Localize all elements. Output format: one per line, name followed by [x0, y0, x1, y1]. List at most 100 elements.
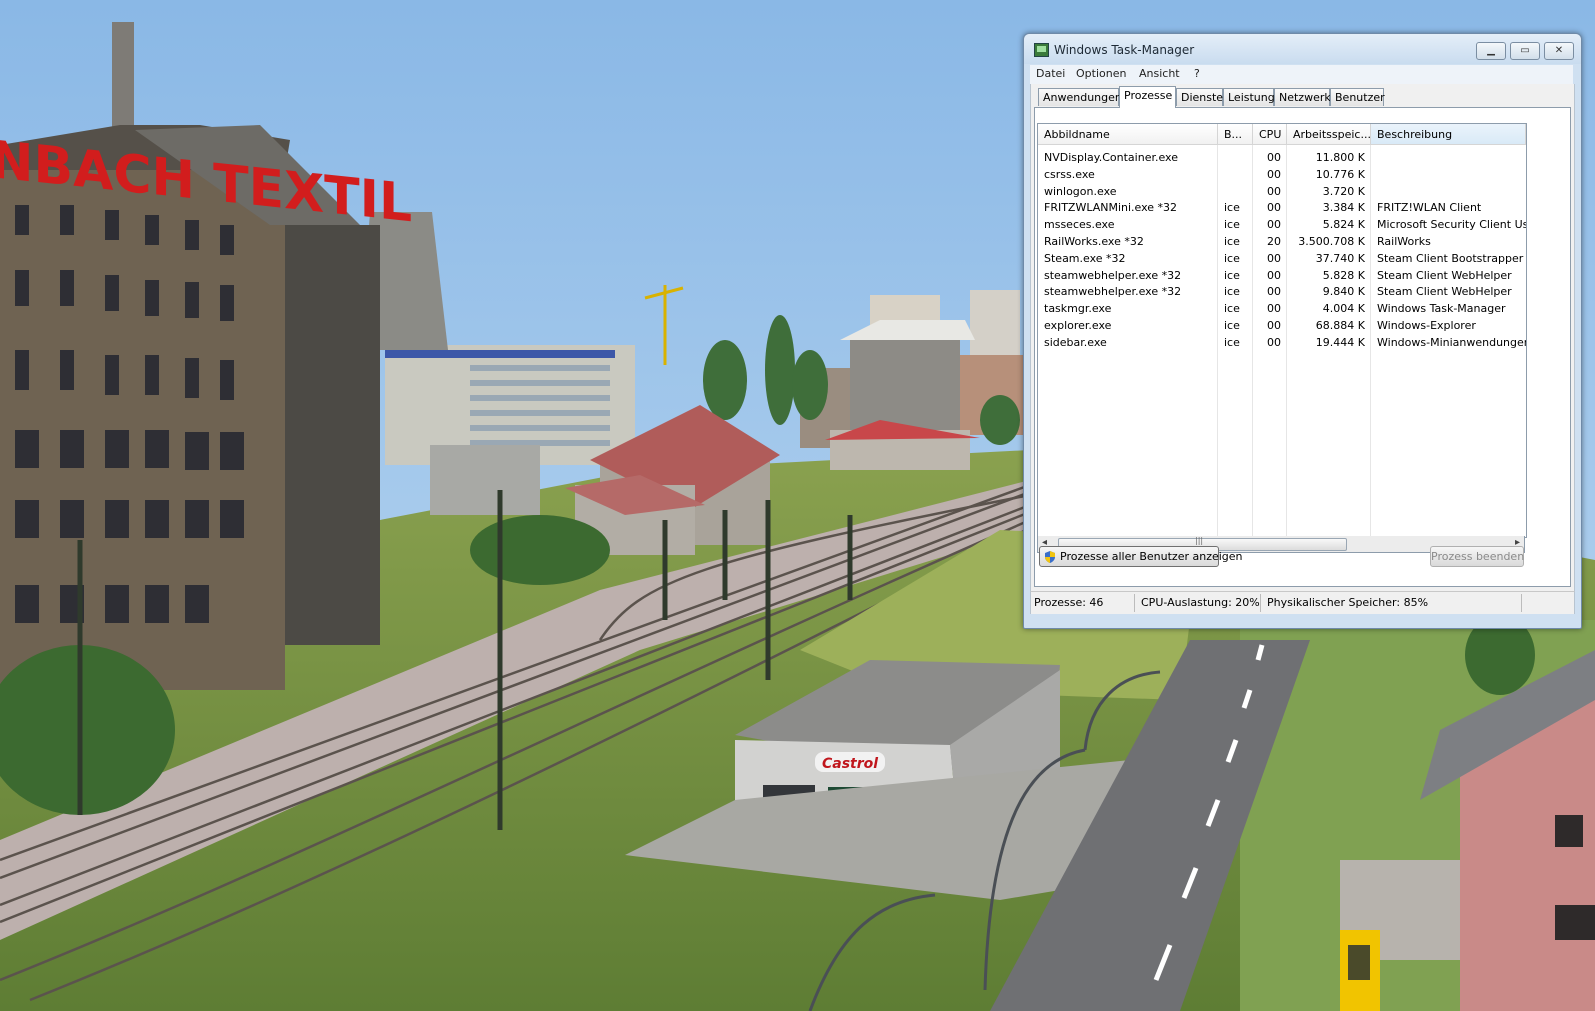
process-memory: 3.384 K — [1322, 201, 1365, 215]
table-row[interactable]: RailWorks.exe *32 ice 20 3.500.708 K RailWor… — [1038, 233, 1526, 250]
process-user: ice — [1224, 319, 1240, 332]
status-process-count: Prozesse: 46 — [1034, 596, 1104, 609]
process-name: FRITZWLANMini.exe *32 — [1044, 201, 1178, 215]
table-row[interactable]: winlogon.exe 00 3.720 K — [1038, 183, 1526, 200]
table-row[interactable]: csrss.exe 00 10.776 K — [1038, 166, 1526, 183]
menu-bar: Datei Optionen Ansicht ? — [1030, 65, 1573, 84]
process-name: winlogon.exe — [1044, 184, 1117, 198]
process-name: csrss.exe — [1044, 167, 1095, 181]
process-user: ice — [1224, 335, 1240, 349]
end-process-button[interactable]: Prozess beenden — [1430, 546, 1524, 567]
close-button[interactable]: ✕ — [1544, 42, 1574, 60]
process-description: Steam Client WebHelper — [1377, 285, 1512, 299]
process-user: ice — [1224, 201, 1240, 215]
chimney — [112, 22, 134, 142]
process-memory: 3.720 K — [1322, 184, 1365, 198]
window-title: Windows Task-Manager — [1054, 43, 1195, 57]
process-cpu: 00 — [1267, 167, 1281, 181]
process-cpu: 00 — [1267, 151, 1281, 164]
process-description: Windows-Explorer — [1377, 319, 1476, 332]
menu-help[interactable]: ? — [1194, 67, 1200, 80]
process-cpu: 00 — [1267, 218, 1281, 232]
status-separator — [1521, 594, 1522, 612]
process-name: NVDisplay.Container.exe — [1044, 151, 1178, 164]
table-row[interactable]: NVDisplay.Container.exe 00 11.800 K — [1038, 149, 1526, 166]
garage-sign-logo: Castrol — [822, 756, 878, 772]
table-row[interactable]: sidebar.exe ice 00 19.444 K Windows-Minianwe… — [1038, 334, 1526, 351]
process-description: RailWorks — [1377, 235, 1431, 248]
process-name: sidebar.exe — [1044, 335, 1107, 349]
process-name: Steam.exe *32 — [1044, 251, 1126, 265]
task-manager-app-icon — [1034, 43, 1049, 57]
process-name: msseces.exe — [1044, 218, 1115, 232]
table-row[interactable]: explorer.exe ice 00 68.884 K Windows-Explore… — [1038, 317, 1526, 334]
menu-datei[interactable]: Datei — [1036, 67, 1065, 80]
tab-benutzer[interactable]: Benutzer — [1330, 88, 1385, 106]
column-header-beschreibung[interactable]: Beschreibung — [1371, 124, 1526, 145]
process-description: Steam Client Bootstrapper — [1377, 251, 1524, 265]
process-name: taskmgr.exe — [1044, 302, 1112, 316]
tab-leistung[interactable]: Leistung — [1223, 88, 1275, 106]
process-description: Steam Client WebHelper — [1377, 268, 1512, 282]
column-header-arbeitsspeicher[interactable]: Arbeitsspeic... — [1287, 124, 1371, 145]
factory-building — [0, 170, 285, 690]
tab-anwendungen[interactable]: Anwendungen — [1038, 88, 1122, 106]
uac-shield-icon — [1044, 550, 1056, 563]
table-row[interactable]: FRITZWLANMini.exe *32 ice 00 3.384 K FRITZ!W… — [1038, 199, 1526, 216]
process-memory: 9.840 K — [1322, 285, 1365, 299]
process-user: ice — [1224, 235, 1240, 248]
column-header-abbildname[interactable]: Abbildname — [1038, 124, 1218, 145]
process-cpu: 00 — [1267, 184, 1281, 198]
process-name: steamwebhelper.exe *32 — [1044, 285, 1182, 299]
process-memory: 5.828 K — [1322, 268, 1365, 282]
table-row[interactable]: taskmgr.exe ice 00 4.004 K Windows Task-Mana… — [1038, 300, 1526, 317]
process-user: ice — [1224, 302, 1240, 316]
tab-prozesse[interactable]: Prozesse — [1119, 86, 1176, 108]
table-row[interactable]: steamwebhelper.exe *32 ice 00 5.828 K Steam … — [1038, 267, 1526, 284]
tab-netzwerk[interactable]: Netzwerk — [1274, 88, 1331, 106]
status-separator — [1134, 594, 1135, 612]
process-cpu: 00 — [1267, 268, 1281, 282]
process-memory: 5.824 K — [1322, 218, 1365, 232]
table-row[interactable]: steamwebhelper.exe *32 ice 00 9.840 K Steam … — [1038, 283, 1526, 300]
process-cpu: 00 — [1267, 319, 1281, 332]
status-physical-memory: Physikalischer Speicher: 85% — [1267, 596, 1429, 609]
process-memory: 19.444 K — [1315, 335, 1365, 349]
process-memory: 4.004 K — [1322, 302, 1365, 316]
process-user: ice — [1224, 218, 1240, 232]
process-cpu: 00 — [1267, 285, 1281, 299]
status-separator — [1260, 594, 1261, 612]
maximize-button[interactable]: ▭ — [1510, 42, 1540, 60]
minimize-button[interactable]: ▁ — [1476, 42, 1506, 60]
process-user: ice — [1224, 251, 1240, 265]
status-bar: Prozesse: 46 CPU-Auslastung: 20% Physika… — [1030, 591, 1575, 614]
menu-optionen[interactable]: Optionen — [1076, 67, 1126, 80]
process-cpu: 20 — [1267, 235, 1281, 248]
process-description: Windows Task-Manager — [1377, 302, 1506, 316]
process-memory: 3.500.708 K — [1298, 235, 1365, 248]
process-memory: 11.800 K — [1315, 151, 1365, 164]
process-user: ice — [1224, 285, 1240, 299]
process-cpu: 00 — [1267, 201, 1281, 215]
table-row[interactable]: Steam.exe *32 ice 00 37.740 K Steam Client B… — [1038, 250, 1526, 267]
column-header-cpu[interactable]: CPU — [1253, 124, 1287, 145]
process-description: FRITZ!WLAN Client — [1377, 201, 1482, 215]
process-cpu: 00 — [1267, 302, 1281, 316]
process-cpu: 00 — [1267, 251, 1281, 265]
menu-ansicht[interactable]: Ansicht — [1139, 67, 1180, 80]
process-name: explorer.exe — [1044, 319, 1112, 332]
column-header-benutzer[interactable]: B... — [1218, 124, 1253, 145]
scrollbar-grip-icon: ||| — [1195, 536, 1204, 545]
process-cpu: 00 — [1267, 335, 1281, 349]
show-all-users-processes-button[interactable]: Prozesse aller Benutzer anzeigen — [1039, 546, 1243, 567]
process-description: Microsoft Security Client User Int — [1377, 218, 1526, 232]
show-all-users-label: Prozesse aller Benutzer anzeigen — [1060, 550, 1243, 563]
process-memory: 68.884 K — [1315, 319, 1365, 332]
process-name: steamwebhelper.exe *32 — [1044, 268, 1182, 282]
tab-dienste[interactable]: Dienste — [1176, 88, 1223, 106]
process-name: RailWorks.exe *32 — [1044, 235, 1144, 248]
process-user: ice — [1224, 268, 1240, 282]
process-list[interactable]: Abbildname B... CPU Arbeitsspeic... Besc… — [1037, 123, 1527, 538]
table-row[interactable]: msseces.exe ice 00 5.824 K Microsoft Securit… — [1038, 216, 1526, 233]
title-bar[interactable]: Windows Task-Manager ▁ ▭ ✕ — [1024, 34, 1581, 64]
